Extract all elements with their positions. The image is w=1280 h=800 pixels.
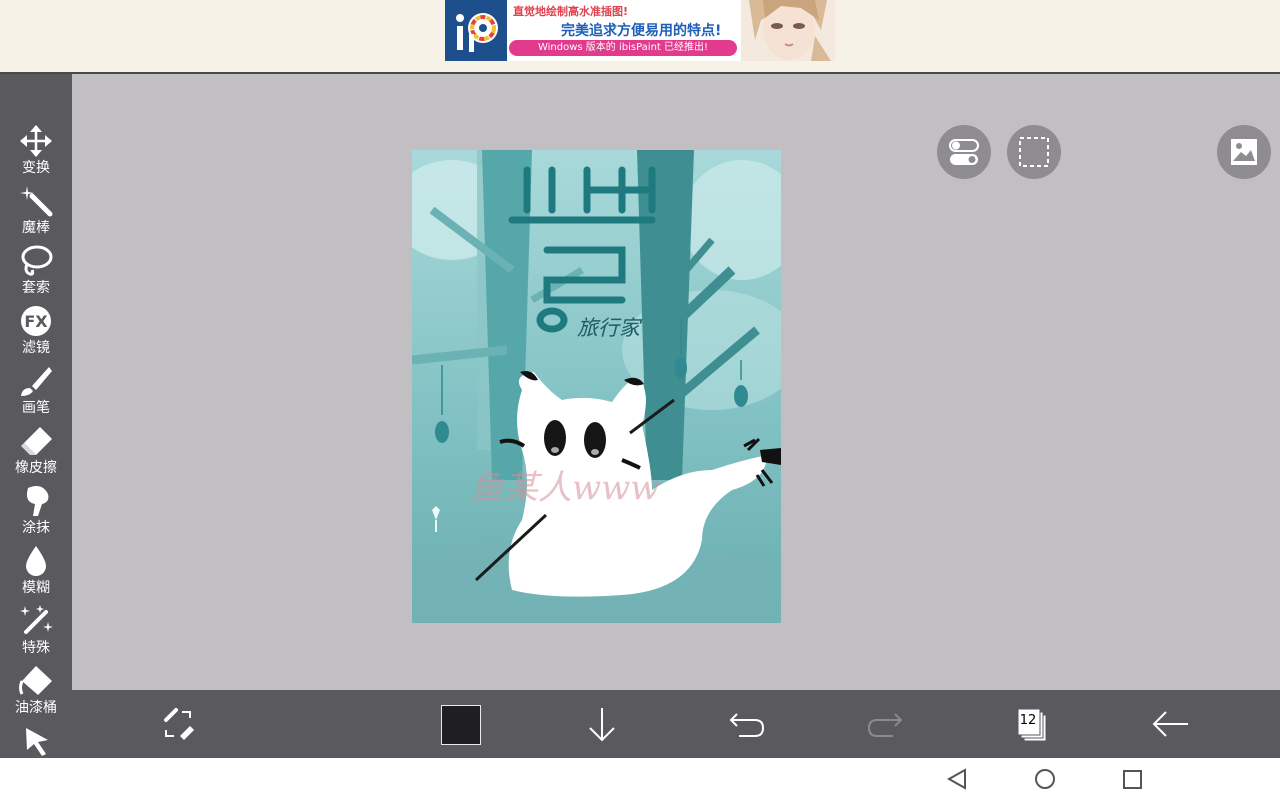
svg-text:FX: FX: [24, 312, 48, 331]
tool-eraser[interactable]: 橡皮擦: [0, 424, 72, 484]
tool-label: 涂抹: [22, 520, 50, 536]
ad-announcement: Windows 版本的 ibisPaint 已经推出!: [509, 40, 737, 56]
current-color-swatch[interactable]: [441, 705, 481, 745]
brush-eraser-swap-icon: [164, 708, 194, 740]
redo-icon: [867, 713, 903, 737]
toggle-switches-icon: [949, 139, 979, 165]
tool-label: 画笔: [22, 400, 50, 416]
ad-headline: 直觉地绘制高水准插图!: [513, 5, 629, 18]
nav-home-button[interactable]: [1023, 758, 1067, 800]
ad-text: 直觉地绘制高水准插图! 完美追求方便易用的特点! Windows 版本的 ibi…: [509, 0, 741, 61]
paint-bucket-icon: [19, 666, 52, 695]
selection-marquee-icon: [1019, 137, 1049, 167]
nav-back-button[interactable]: [935, 758, 979, 800]
ad-area: 直觉地绘制高水准插图! 完美追求方便易用的特点! Windows 版本的 ibi…: [0, 0, 1280, 72]
ad-portrait-image: [741, 0, 835, 61]
tool-label: 特殊: [22, 640, 50, 656]
back-button[interactable]: [1142, 690, 1202, 758]
tool-label: 模糊: [22, 580, 50, 596]
tool-select[interactable]: [0, 724, 72, 758]
undo-icon: [729, 713, 765, 737]
magic-wand-icon: [20, 186, 53, 217]
tool-panel: 变换 魔棒 套索 FX 滤镜 画笔 橡皮擦 涂抹 模糊 特殊 油漆桶: [0, 74, 72, 758]
special-pen-icon: [20, 605, 53, 634]
tool-label: 滤镜: [22, 340, 50, 356]
brush-icon: [21, 367, 52, 396]
tool-label: 套索: [22, 280, 50, 296]
reference-image-button[interactable]: [1217, 125, 1271, 179]
system-navigation-bar: [0, 758, 1280, 800]
canvas-title-text: 旅行家: [577, 316, 640, 340]
smudge-icon: [26, 486, 49, 516]
tool-magic-wand[interactable]: 魔棒: [0, 184, 72, 244]
triangle-back-icon: [946, 768, 966, 790]
canvas-watermark: 鱼某人www: [470, 468, 660, 508]
ad-banner[interactable]: 直觉地绘制高水准插图! 完美追求方便易用的特点! Windows 版本的 ibi…: [445, 0, 835, 61]
blur-drop-icon: [26, 546, 46, 576]
eraser-icon: [21, 427, 52, 455]
settings-toggle-button[interactable]: [937, 125, 991, 179]
move-arrows-icon: [20, 125, 52, 157]
tool-label: 变换: [22, 160, 50, 176]
selection-button[interactable]: [1007, 125, 1061, 179]
tool-smudge[interactable]: 涂抹: [0, 484, 72, 544]
undo-button[interactable]: [715, 690, 775, 758]
nav-recents-button[interactable]: [1110, 758, 1154, 800]
lasso-icon: [21, 245, 53, 276]
redo-button[interactable]: [857, 690, 917, 758]
save-down-button[interactable]: [572, 690, 632, 758]
tool-filter[interactable]: FX 滤镜: [0, 304, 72, 364]
tool-blur[interactable]: 模糊: [0, 544, 72, 604]
tool-transform[interactable]: 变换: [0, 124, 72, 184]
circle-home-icon: [1035, 769, 1055, 789]
image-icon: [1231, 139, 1257, 165]
square-recents-icon: [1123, 770, 1142, 789]
layer-count: 12: [1019, 713, 1037, 728]
tool-label: 橡皮擦: [15, 460, 57, 476]
arrow-left-icon: [1152, 711, 1188, 737]
tool-label: 油漆桶: [15, 700, 57, 716]
arrow-down-icon: [589, 708, 615, 742]
tool-lasso[interactable]: 套索: [0, 244, 72, 304]
bottom-toolbar: [72, 690, 1280, 758]
tool-special[interactable]: 特殊: [0, 604, 72, 664]
tool-paint-bucket[interactable]: 油漆桶: [0, 664, 72, 724]
ibispaint-logo-icon: [445, 0, 507, 61]
cursor-arrow-icon: [26, 728, 48, 756]
canvas-artwork[interactable]: [392, 150, 802, 623]
fx-icon: FX: [21, 306, 51, 336]
workspace-divider: [0, 72, 1280, 74]
tool-brush[interactable]: 画笔: [0, 364, 72, 424]
ad-subheadline: 完美追求方便易用的特点!: [561, 23, 722, 39]
tool-label: 魔棒: [22, 220, 50, 236]
swap-tool-button[interactable]: [148, 690, 208, 758]
